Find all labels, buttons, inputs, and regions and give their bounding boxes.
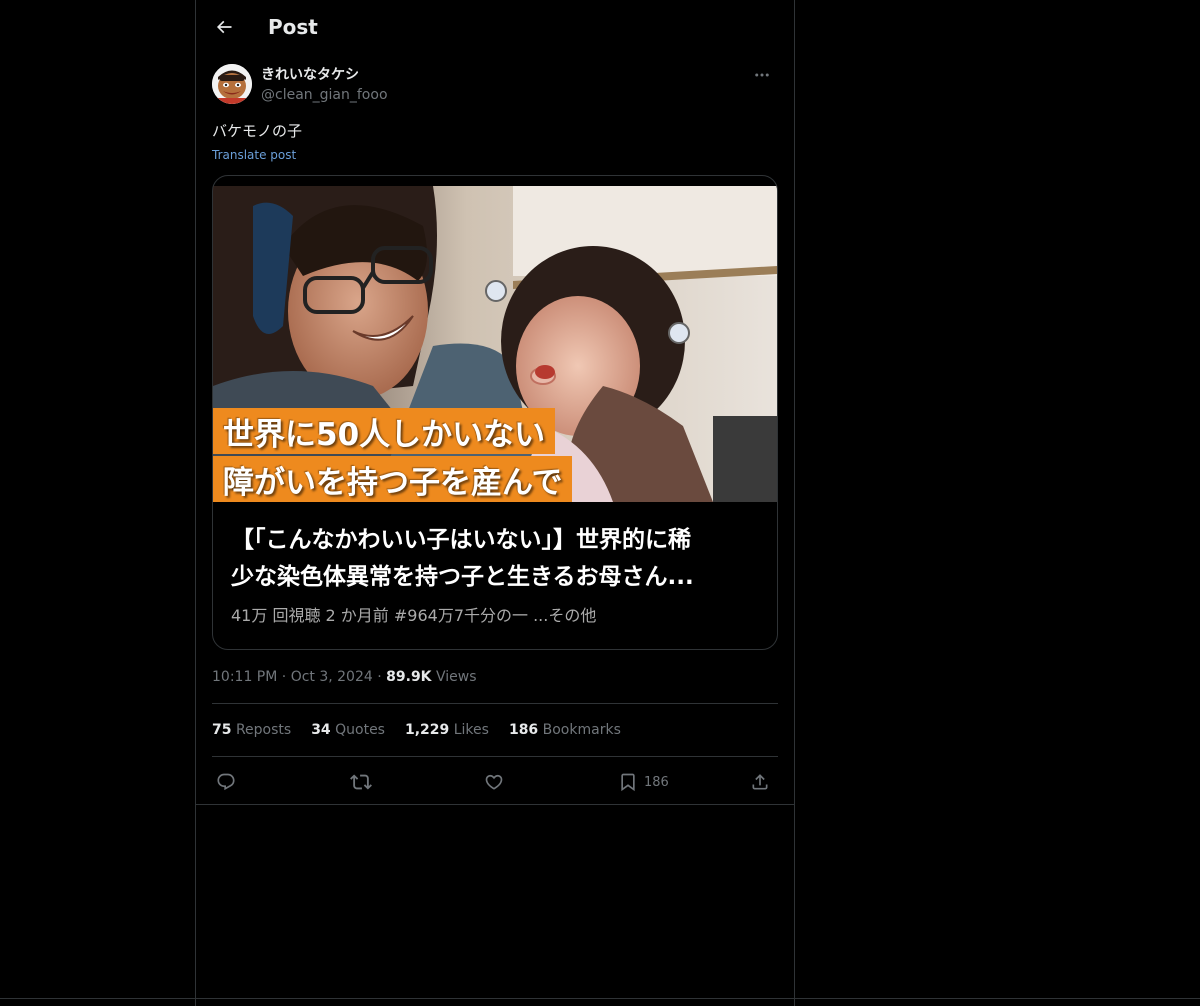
likes-label: Likes: [453, 722, 489, 738]
back-button[interactable]: [208, 11, 240, 43]
divider: [212, 703, 778, 704]
bookmark-count: 186: [644, 774, 669, 790]
post-date[interactable]: Oct 3, 2024: [291, 669, 373, 685]
card-meta: 41万 回視聴 2 か月前 #964万7千分の一 ...その他: [231, 606, 597, 625]
separator: ·: [377, 669, 382, 685]
user-handle[interactable]: @clean_gian_fooo: [261, 85, 388, 105]
like-button[interactable]: [484, 766, 504, 798]
avatar[interactable]: [212, 64, 252, 104]
post-author: きれいなタケシ @clean_gian_fooo: [212, 64, 778, 108]
action-bar: 186: [212, 766, 778, 798]
post-header: Post: [196, 0, 794, 54]
post-text: バケモノの子: [212, 122, 303, 140]
bookmarks-stat[interactable]: 186 Bookmarks: [509, 719, 621, 741]
post-bottom-border: [196, 804, 794, 805]
engagement-stats: 75 Reposts 34 Quotes 1,229 Likes 186 Boo…: [212, 719, 621, 741]
share-button[interactable]: [750, 766, 770, 798]
card-title-line1: 【「こんなかわいい子はいない」】世界的に稀: [231, 527, 691, 553]
bookmark-icon: [621, 773, 635, 792]
quotes-label: Quotes: [335, 722, 385, 738]
post-time[interactable]: 10:11 PM: [212, 669, 277, 685]
display-name[interactable]: きれいなタケシ: [261, 65, 359, 85]
arrow-left-icon: [216, 20, 232, 34]
separator: ·: [281, 669, 287, 685]
heart-icon: [485, 774, 503, 790]
post-column: Post きれいなタケシ @clean_gian_fooo バケモノの子 Tra…: [195, 0, 795, 1006]
post-timestamp: 10:11 PM · Oct 3, 2024 · 89.9K Views: [212, 666, 477, 688]
page-title: Post: [268, 15, 318, 39]
page-bottom-border: [0, 998, 1200, 999]
views-count: 89.9K: [386, 669, 432, 685]
avatar-image: [212, 64, 252, 104]
repost-button[interactable]: [350, 766, 372, 798]
card-title-line2: 少な染色体異常を持つ子と生きるお母さん...: [231, 564, 694, 590]
thumbnail-caption-line2: 障がいを持つ子を産んで: [213, 456, 573, 502]
thumbnail-caption-line1: 世界に50人しかいない: [213, 408, 556, 454]
video-thumbnail[interactable]: 世界に50人しかいない 障がいを持つ子を産んで: [213, 186, 777, 502]
divider: [212, 756, 778, 757]
thumbnail-image: [213, 186, 777, 502]
more-icon: [755, 73, 769, 77]
reply-button[interactable]: [216, 766, 236, 798]
likes-stat[interactable]: 1,229 Likes: [405, 719, 489, 741]
bookmark-button[interactable]: 186: [618, 766, 669, 798]
quotes-count: 34: [311, 722, 331, 738]
card-title[interactable]: 【「こんなかわいい子はいない」】世界的に稀 少な染色体異常を持つ子と生きるお母さ…: [231, 522, 763, 596]
repost-icon: [350, 774, 372, 790]
more-options-button[interactable]: [746, 64, 778, 86]
likes-count: 1,229: [404, 722, 450, 738]
translate-post-link[interactable]: Translate post: [212, 145, 296, 165]
quotes-stat[interactable]: 34 Quotes: [311, 719, 385, 741]
share-icon: [752, 774, 768, 790]
views-label: Views: [435, 669, 477, 685]
reposts-stat[interactable]: 75 Reposts: [212, 719, 291, 741]
bookmarks-count: 186: [508, 722, 539, 738]
bookmarks-label: Bookmarks: [542, 722, 621, 738]
reposts-label: Reposts: [235, 722, 292, 738]
media-card[interactable]: 世界に50人しかいない 障がいを持つ子を産んで 【「こんなかわいい子はいない」】…: [212, 175, 778, 650]
reply-icon: [217, 773, 235, 791]
reposts-count: 75: [212, 722, 232, 738]
